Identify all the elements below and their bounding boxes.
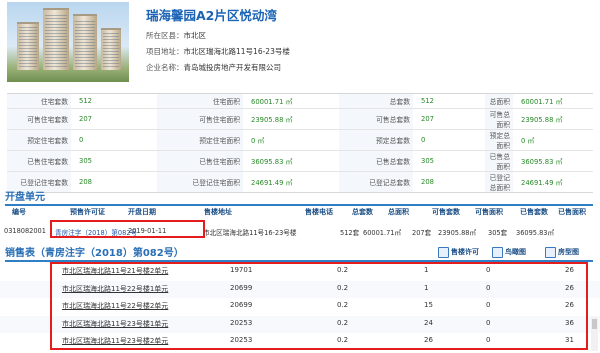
stat-value: 0 [413, 128, 485, 151]
permit-button-label: 售楼许可 [451, 248, 479, 256]
stat-value: 0 [71, 128, 157, 151]
stat-label: 住宅面积 [157, 93, 243, 109]
kaipan-avail-units: 207套 [412, 229, 432, 237]
project-header: 瑞海馨园A2片区悦动湾 所在区县：市北区 项目地址：市北区瑞海北路11号16-2… [0, 0, 600, 88]
kaipan-sold-area: 36095.83㎡ [516, 229, 555, 237]
district-value: 市北区 [183, 31, 207, 40]
kaipan-header-avail-area: 可售面积 [475, 208, 503, 216]
scrollbar[interactable] [591, 317, 598, 351]
kaipan-total-units: 512套 [340, 229, 360, 237]
scrollbar-thumb[interactable] [592, 319, 597, 329]
kaipan-id: 0318082001 [4, 227, 46, 235]
stat-label: 住宅套数 [7, 93, 71, 109]
stat-label: 预定总套数 [339, 128, 413, 151]
stat-label: 总套数 [339, 93, 413, 109]
company-label: 企业名称： [146, 63, 184, 72]
stat-value: 512 [413, 93, 485, 109]
stats-table: 住宅套数 512 住宅面积 60001.71 ㎡总套数 512 总面积 60001.71 ㎡… [7, 93, 593, 193]
permit-highlight-box [50, 220, 205, 238]
project-photo[interactable] [7, 2, 129, 82]
stat-label: 已售住宅面积 [157, 149, 243, 172]
address-value: 市北区瑞海北路11号16-23号楼 [183, 47, 290, 56]
stats-row: 可售住宅套数 207 可售住宅面积 23905.88 ㎡可售总套数 207 可售总面积 23… [7, 107, 593, 130]
stat-value: 305 [71, 149, 157, 172]
kaipan-address: 市北区瑞海北路11号16-23号楼 [203, 229, 297, 237]
kaipan-section-title: 开盘单元 [5, 188, 593, 206]
stat-value: 36095.83 ㎡ [243, 149, 339, 172]
stat-value: 60001.71 ㎡ [243, 93, 339, 109]
stats-row: 预定住宅套数 0 预定住宅面积 0 ㎡预定总套数 0 预定总面积 0 ㎡ [7, 128, 593, 151]
address-info: 项目地址：市北区瑞海北路11号16-23号楼 [146, 46, 290, 57]
kaipan-header-sold-area: 已售面积 [558, 208, 586, 216]
kaipan-header-date: 开盘日期 [128, 208, 156, 216]
kaipan-total-area: 60001.71㎡ [363, 229, 402, 237]
kaipan-header-address: 售楼地址 [204, 208, 232, 216]
stat-value: 23905.88 ㎡ [513, 107, 593, 130]
stat-label: 已售总套数 [339, 149, 413, 172]
stat-label: 可售住宅面积 [157, 107, 243, 130]
stat-value: 0 ㎡ [243, 128, 339, 151]
stat-label: 预定住宅面积 [157, 128, 243, 151]
stats-row: 住宅套数 512 住宅面积 60001.71 ㎡总套数 512 总面积 60001.71 ㎡ [7, 93, 593, 109]
permit-button[interactable]: 售楼许可 [438, 246, 479, 258]
kaipan-header-phone: 售楼电话 [305, 208, 333, 216]
stat-value: 207 [413, 107, 485, 130]
district-label: 所在区县： [146, 31, 184, 40]
floor-plan-label: 房型图 [558, 248, 579, 256]
kaipan-header-id: 编号 [12, 208, 26, 216]
stat-label: 已售总面积 [485, 149, 513, 172]
address-label: 项目地址： [146, 47, 184, 56]
sales-highlight-box [50, 262, 588, 350]
kaipan-header-permit: 预售许可证 [70, 208, 105, 216]
stat-value: 0 ㎡ [513, 128, 593, 151]
stat-label: 可售住宅套数 [7, 107, 71, 130]
bird-view-icon [492, 246, 503, 258]
stat-label: 总面积 [485, 93, 513, 109]
stat-value: 305 [413, 149, 485, 172]
kaipan-header-total-area: 总面积 [388, 208, 409, 216]
stat-value: 207 [71, 107, 157, 130]
stat-value: 23905.88 ㎡ [243, 107, 339, 130]
stat-value: 60001.71 ㎡ [513, 93, 593, 109]
permit-icon [438, 246, 449, 258]
stat-value: 512 [71, 93, 157, 109]
company-value: 青岛城投房地产开发有限公司 [183, 63, 282, 72]
bird-view-label: 鸟瞰图 [505, 248, 526, 256]
bird-view-button[interactable]: 鸟瞰图 [492, 246, 526, 258]
kaipan-avail-area: 23905.88㎡ [438, 229, 477, 237]
stat-label: 可售总套数 [339, 107, 413, 130]
kaipan-header-avail-units: 可售套数 [432, 208, 460, 216]
district-info: 所在区县：市北区 [146, 30, 206, 41]
stat-label: 预定住宅套数 [7, 128, 71, 151]
kaipan-header-sold-units: 已售套数 [520, 208, 548, 216]
kaipan-sold-units: 305套 [488, 229, 508, 237]
company-info: 企业名称：青岛城投房地产开发有限公司 [146, 62, 281, 73]
stat-label: 已售住宅套数 [7, 149, 71, 172]
stats-row: 已售住宅套数 305 已售住宅面积 36095.83 ㎡已售总套数 305 已售总面积 36… [7, 149, 593, 172]
project-title: 瑞海馨园A2片区悦动湾 [146, 8, 277, 23]
floor-plan-icon [545, 246, 556, 258]
stat-label: 可售总面积 [485, 107, 513, 130]
stat-value: 36095.83 ㎡ [513, 149, 593, 172]
kaipan-header-total-units: 总套数 [352, 208, 373, 216]
stat-label: 预定总面积 [485, 128, 513, 151]
floor-plan-button[interactable]: 房型图 [545, 246, 579, 258]
